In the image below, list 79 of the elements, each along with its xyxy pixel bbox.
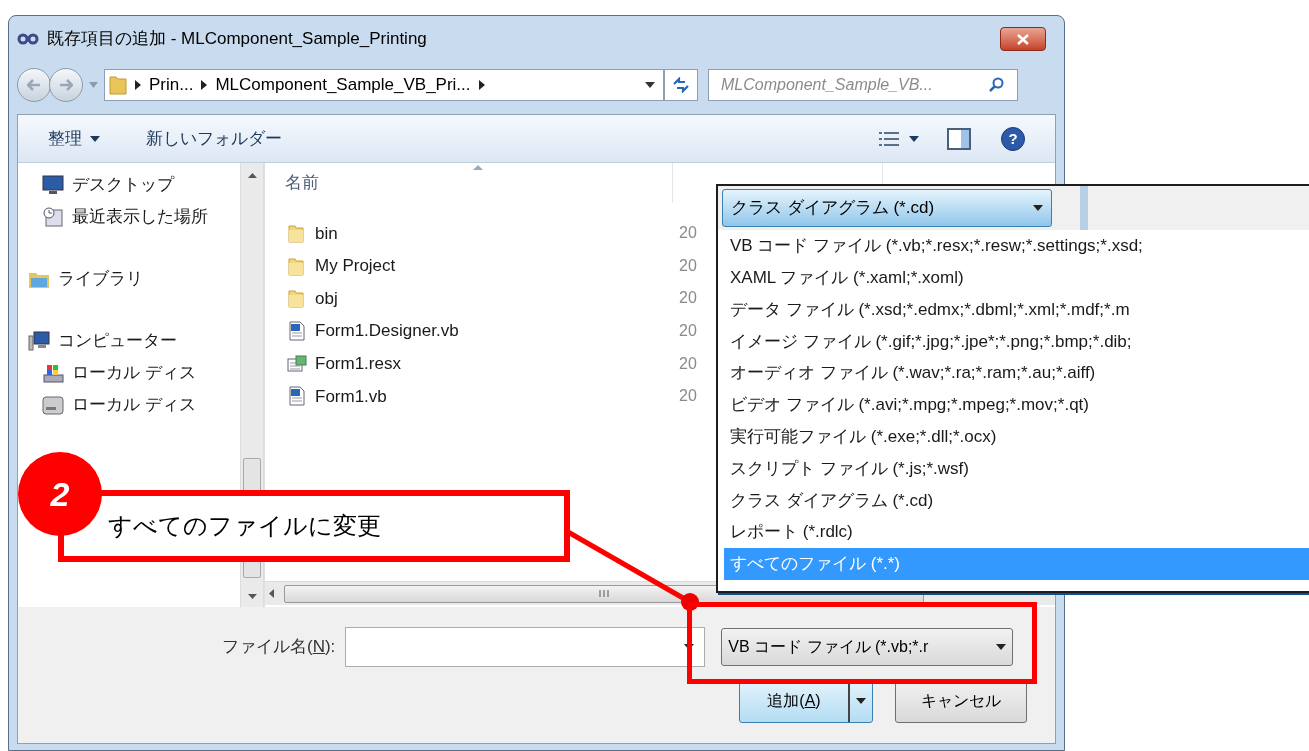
refresh-arrows-icon [672, 77, 690, 93]
date-cell-text: 20 [678, 255, 697, 276]
refresh-button[interactable] [664, 69, 698, 101]
file-type-dropdown[interactable]: クラス ダイアグラム (*.cd) [722, 189, 1052, 227]
nav-item[interactable]: 最近表示した場所 [18, 201, 240, 233]
new-folder-button[interactable]: 新しいフォルダー [146, 125, 282, 152]
dropdown-option[interactable]: イメージ ファイル (*.gif;*.jpg;*.jpe*;*.png;*.bmp;*.dib; [724, 325, 1309, 358]
drive-icon [42, 394, 64, 416]
dropdown-option[interactable]: VB コード ファイル (*.vb;*.resx;*.resw;*.settings;*.xsd; [724, 230, 1309, 262]
dropdown-option[interactable]: 実行可能ファイル (*.exe;*.dll;*.ocx) [724, 420, 1309, 453]
dropdown-option[interactable]: ビデオ ファイル (*.avi;*.mpg;*.mpeg;*.mov;*.qt) [724, 389, 1309, 421]
document-icon [287, 386, 307, 407]
sort-ascending-icon [473, 165, 483, 170]
file-item[interactable]: Form1.Designer.vb [265, 318, 673, 344]
dropdown-option[interactable]: データ ファイル (*.xsd;*.edmx;*.dbml;*.xml;*.mdf;*.m [724, 293, 1309, 326]
dropdown-option[interactable]: XAML ファイル (*.xaml;*.xoml) [724, 261, 1309, 294]
date-cell-text: 20 [678, 321, 697, 342]
nav-item[interactable]: ローカル ディス [18, 357, 240, 389]
nav-item[interactable]: コンピューター [18, 325, 240, 357]
caret-icon[interactable] [856, 698, 866, 704]
chevron-icon [478, 80, 485, 90]
document-icon [287, 353, 307, 374]
preview-pane-button[interactable] [947, 127, 971, 150]
address-bar[interactable]: Prin... MLComponent_Sample_VB_Pri... [104, 69, 664, 101]
file-item[interactable]: bin [265, 220, 673, 247]
date-cell-text: 20 [678, 386, 697, 407]
grip-icon [599, 590, 609, 597]
computer-icon [28, 330, 50, 352]
breadcrumb-item[interactable]: Prin... [149, 72, 194, 98]
app-icon [17, 33, 39, 45]
disk-icon [42, 362, 64, 384]
file-item[interactable]: Form1.resx [265, 350, 673, 377]
view-options-button[interactable] [879, 131, 919, 146]
recent-icon [42, 206, 64, 228]
desktop-icon [42, 174, 64, 196]
folder-icon [287, 255, 307, 276]
help-button[interactable]: ? [1001, 126, 1025, 151]
chevron-icon [201, 80, 208, 90]
caret-icon [909, 135, 919, 142]
date-cell-text: 20 [678, 353, 697, 374]
dropdown-option[interactable]: オーディオ ファイル (*.wav;*.ra;*.ram;*.au;*.aiff) [724, 357, 1309, 389]
caret-icon [996, 644, 1007, 650]
close-icon [1017, 33, 1029, 45]
caret-icon [90, 135, 100, 142]
breadcrumb-item[interactable]: MLComponent_Sample_VB_Pri... [215, 72, 471, 98]
nav-item[interactable]: ライブラリ [18, 263, 240, 295]
folder-icon [109, 75, 127, 95]
left-arrow-icon [27, 79, 41, 91]
folder-icon [287, 288, 307, 309]
dropdown-option[interactable]: クラス ダイアグラム (*.cd) [724, 484, 1309, 517]
scroll-down-arrow-icon[interactable] [247, 594, 257, 599]
window-title: 既存項目の追加 - MLComponent_Sample_Printing [47, 28, 427, 51]
file-type-dropdown[interactable]: VB コード ファイル (*.vb;*.r [721, 628, 1014, 666]
right-arrow-icon [59, 79, 73, 91]
details-view-icon [879, 131, 899, 146]
date-cell-text: 20 [678, 288, 697, 309]
caret-icon [1033, 205, 1043, 211]
scroll-up-arrow-icon[interactable] [247, 173, 257, 178]
nav-item[interactable]: デスクトップ [18, 169, 240, 201]
dropdown-option[interactable]: レポート (*.rdlc) [724, 516, 1309, 548]
splitter-bar [1080, 186, 1088, 230]
date-cell-text: 20 [678, 223, 697, 244]
dropdown-option[interactable]: スクリプト ファイル (*.js;*.wsf) [724, 452, 1309, 485]
file-name-label: ファイル名(N): [222, 636, 336, 659]
dropdown-caret-icon[interactable] [645, 82, 655, 88]
search-icon [989, 77, 1005, 93]
file-name-field[interactable] [345, 627, 706, 667]
nav-item[interactable]: ローカル ディス [18, 389, 240, 421]
folder-icon [287, 223, 307, 244]
file-item[interactable]: Form1.vb [265, 383, 673, 409]
chevron-icon [135, 80, 141, 90]
callout-text: すべてのファイルに変更 [108, 511, 381, 541]
scroll-left-arrow-icon[interactable] [269, 589, 274, 598]
file-item[interactable]: obj [265, 285, 673, 312]
file-item[interactable]: My Project [265, 253, 673, 279]
organize-menu-button[interactable]: 整理 [48, 125, 100, 152]
preview-pane-icon [947, 127, 971, 150]
close-button[interactable] [1000, 27, 1046, 51]
document-icon [287, 321, 307, 342]
